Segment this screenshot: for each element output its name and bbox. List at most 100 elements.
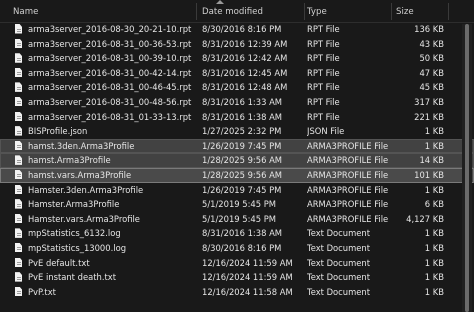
file-icon-cell (13, 95, 25, 110)
file-name: mpStatistics_6132.log (28, 228, 121, 239)
file-row[interactable]: arma3server_2016-08-31_00-46-45.rpt 8/31/… (0, 80, 474, 95)
file-name: PvE instant death.txt (28, 272, 117, 283)
file-icon (15, 140, 22, 151)
file-name: arma3server_2016-08-31_00-46-45.rpt (28, 82, 192, 93)
file-icon-cell (13, 37, 25, 52)
file-date-modified: 8/31/2016 12:39 AM (202, 38, 288, 49)
file-icon (15, 67, 22, 78)
file-name: hamst.3den.Arma3Profile (28, 140, 135, 151)
file-type: RPT File (307, 24, 340, 34)
file-type: ARMA3PROFILE File (307, 169, 389, 180)
file-icon (15, 228, 22, 238)
file-row[interactable]: hamst.vars.Arma3Profile 1/28/2025 9:56 AM… (0, 167, 474, 183)
file-name: Hamster.Arma3Profile (28, 199, 120, 210)
file-icon-cell (13, 80, 25, 95)
file-icon-cell (13, 197, 25, 212)
file-name: arma3server_2016-08-30_20-21-10.rpt (28, 24, 192, 34)
file-icon (15, 257, 22, 267)
column-header-name[interactable]: Name (13, 0, 193, 22)
file-date-modified: 8/30/2016 8:16 PM (202, 242, 282, 253)
file-icon-cell (13, 212, 25, 227)
column-header-date-modified[interactable]: Date modified (202, 0, 302, 22)
file-row[interactable]: PvE default.txt 12/16/2024 11:59 AM Text D… (0, 256, 474, 271)
file-date-modified: 8/31/2016 1:33 AM (202, 96, 283, 107)
file-row[interactable]: arma3server_2016-08-30_20-21-10.rpt 8/30/… (0, 22, 474, 37)
file-size: 101 KB (414, 169, 444, 180)
file-type: RPT File (307, 96, 340, 107)
file-type: ARMA3PROFILE File (307, 213, 389, 224)
file-icon (15, 169, 22, 180)
file-date-modified: 8/31/2016 12:48 AM (202, 82, 288, 93)
file-size: 1 KB (424, 228, 444, 239)
file-size: 1 KB (424, 184, 444, 195)
file-date-modified: 1/26/2019 7:45 PM (202, 140, 282, 151)
file-row[interactable]: arma3server_2016-08-31_00-36-53.rpt 8/31/… (0, 37, 474, 52)
file-name: mpStatistics_13000.log (28, 242, 127, 253)
file-row[interactable]: PvP.txt 12/16/2024 11:58 AM Text Document 1… (0, 285, 474, 300)
file-name: arma3server_2016-08-31_00-39-10.rpt (28, 53, 192, 64)
file-row[interactable]: BISProfile.json 1/27/2025 2:32 PM JSON Fil… (0, 124, 474, 139)
file-row[interactable]: arma3server_2016-08-31_01-33-13.rpt 8/31/… (0, 110, 474, 125)
file-date-modified: 12/16/2024 11:59 AM (202, 257, 293, 268)
file-type: RPT File (307, 53, 340, 64)
file-icon (15, 24, 22, 34)
file-size: 136 KB (414, 24, 444, 34)
scrollbar-thumb[interactable] (465, 24, 469, 312)
file-date-modified: 1/26/2019 7:45 PM (202, 184, 282, 195)
file-row[interactable]: arma3server_2016-08-31_00-39-10.rpt 8/31/… (0, 51, 474, 66)
column-divider[interactable] (196, 3, 197, 20)
file-name: hamst.Arma3Profile (28, 155, 111, 166)
file-row[interactable]: mpStatistics_13000.log 8/30/2016 8:16 PM T… (0, 241, 474, 256)
file-row[interactable]: hamst.3den.Arma3Profile 1/26/2019 7:45 PM… (0, 138, 474, 154)
file-type: RPT File (307, 67, 340, 78)
file-icon-cell (13, 168, 25, 183)
file-name: Hamster.3den.Arma3Profile (28, 184, 144, 195)
file-type: Text Document (307, 272, 370, 283)
file-type: RPT File (307, 82, 340, 93)
file-size: 1 KB (424, 272, 444, 283)
file-date-modified: 8/31/2016 1:38 AM (202, 228, 283, 239)
file-row[interactable]: arma3server_2016-08-31_00-42-14.rpt 8/31/… (0, 66, 474, 81)
file-row[interactable]: arma3server_2016-08-31_00-48-56.rpt 8/31/… (0, 95, 474, 110)
file-icon (15, 126, 22, 136)
column-header-size[interactable]: Size (396, 0, 444, 22)
file-row[interactable]: mpStatistics_6132.log 8/31/2016 1:38 AM Te… (0, 226, 474, 241)
file-date-modified: 1/28/2025 9:56 AM (202, 169, 283, 180)
column-divider[interactable] (448, 3, 449, 20)
file-name: arma3server_2016-08-31_01-33-13.rpt (28, 111, 192, 122)
file-icon (15, 184, 22, 195)
file-name: PvP.txt (28, 286, 56, 297)
column-divider[interactable] (391, 3, 392, 20)
file-icon (15, 53, 22, 63)
file-size: 50 KB (419, 53, 444, 64)
file-icon (15, 82, 22, 92)
file-size: 1 KB (424, 140, 444, 151)
file-row[interactable]: PvE instant death.txt 12/16/2024 11:59 AM… (0, 270, 474, 285)
vertical-scrollbar[interactable] (462, 24, 472, 312)
file-type: JSON File (307, 126, 345, 137)
file-icon-cell (13, 153, 25, 168)
file-row[interactable]: Hamster.3den.Arma3Profile 1/26/2019 7:45 … (0, 183, 474, 198)
file-date-modified: 12/16/2024 11:59 AM (202, 272, 293, 283)
file-row[interactable]: hamst.Arma3Profile 1/28/2025 9:56 AM ARMA3… (0, 153, 474, 168)
file-date-modified: 5/1/2019 5:45 PM (202, 213, 277, 224)
column-divider[interactable] (304, 3, 305, 20)
file-icon-cell (13, 256, 25, 271)
file-date-modified: 8/31/2016 12:45 AM (202, 67, 288, 78)
file-icon-cell (13, 226, 25, 241)
file-type: RPT File (307, 38, 340, 49)
file-icon (15, 213, 22, 224)
file-size: 1 KB (424, 286, 444, 297)
file-date-modified: 5/1/2019 5:45 PM (202, 199, 277, 210)
file-name: PvE default.txt (28, 257, 90, 268)
file-size: 1 KB (424, 257, 444, 268)
file-row[interactable]: Hamster.vars.Arma3Profile 5/1/2019 5:45 P… (0, 212, 474, 227)
file-icon (15, 155, 22, 165)
file-icon-cell (13, 51, 25, 66)
column-header-type[interactable]: Type (307, 0, 389, 22)
file-date-modified: 1/28/2025 9:56 AM (202, 155, 283, 166)
file-icon-cell (13, 139, 25, 154)
file-row[interactable]: Hamster.Arma3Profile 5/1/2019 5:45 PM ARMA… (0, 197, 474, 212)
file-type: ARMA3PROFILE File (307, 184, 389, 195)
file-name: Hamster.vars.Arma3Profile (28, 213, 140, 224)
